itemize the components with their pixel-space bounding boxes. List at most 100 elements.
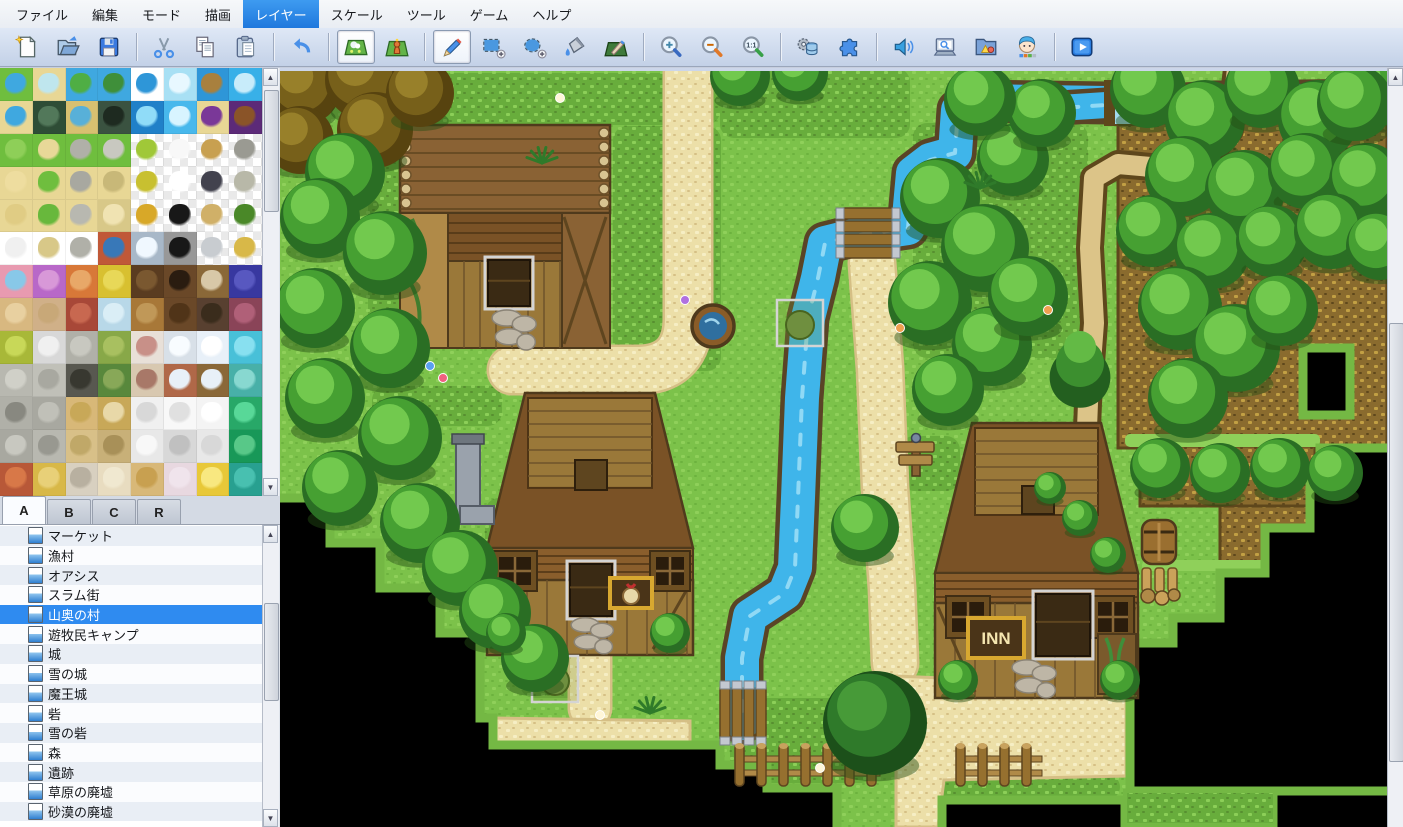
palette-tile[interactable] xyxy=(33,397,66,430)
palette-tile[interactable] xyxy=(0,397,33,430)
palette-tile[interactable] xyxy=(98,101,131,134)
palette-tile[interactable] xyxy=(131,331,164,364)
map-list-item-3[interactable]: スラム街 xyxy=(0,585,262,605)
palette-tile[interactable] xyxy=(66,430,99,463)
palette-tile[interactable] xyxy=(33,265,66,298)
palette-tile[interactable] xyxy=(33,298,66,331)
palette-tile[interactable] xyxy=(229,298,262,331)
map-list-item-0[interactable]: マーケット xyxy=(0,526,262,546)
palette-tile[interactable] xyxy=(98,200,131,233)
map-canvas[interactable]: INN xyxy=(280,68,1387,827)
menu-item-draw[interactable]: 描画 xyxy=(193,0,243,28)
map-list-item-8[interactable]: 魔王城 xyxy=(0,684,262,704)
scroll-up-button[interactable]: ▲ xyxy=(263,68,278,86)
map-list-item-4[interactable]: 山奥の村 xyxy=(0,605,262,625)
palette-tile[interactable] xyxy=(33,167,66,200)
tileset-tab-r[interactable]: R xyxy=(137,499,181,524)
shadow-pen-tool-button[interactable] xyxy=(597,30,635,64)
menu-item-edit[interactable]: 編集 xyxy=(80,0,130,28)
palette-tile[interactable] xyxy=(164,134,197,167)
palette-tile[interactable] xyxy=(229,265,262,298)
palette-tile[interactable] xyxy=(229,463,262,496)
menu-item-file[interactable]: ファイル xyxy=(4,0,80,28)
palette-tile[interactable] xyxy=(131,167,164,200)
palette-tile[interactable] xyxy=(98,430,131,463)
palette-tile[interactable] xyxy=(66,397,99,430)
palette-tile[interactable] xyxy=(0,298,33,331)
palette-tile[interactable] xyxy=(197,101,230,134)
plugin-manager-button[interactable] xyxy=(830,30,868,64)
palette-tile[interactable] xyxy=(33,200,66,233)
palette-tile[interactable] xyxy=(164,364,197,397)
palette-tile[interactable] xyxy=(0,167,33,200)
palette-tile[interactable] xyxy=(131,200,164,233)
scroll-up-button[interactable]: ▲ xyxy=(263,525,278,543)
palette-tile[interactable] xyxy=(131,430,164,463)
tileset-palette[interactable] xyxy=(0,68,262,497)
palette-tile[interactable] xyxy=(33,68,66,101)
palette-tile[interactable] xyxy=(164,265,197,298)
palette-tile[interactable] xyxy=(229,167,262,200)
palette-tile[interactable] xyxy=(164,68,197,101)
event-mode-button[interactable] xyxy=(378,30,416,64)
palette-tile[interactable] xyxy=(229,331,262,364)
palette-tile[interactable] xyxy=(66,134,99,167)
palette-tile[interactable] xyxy=(33,232,66,265)
menu-item-game[interactable]: ゲーム xyxy=(458,0,521,28)
palette-tile[interactable] xyxy=(0,430,33,463)
palette-scrollbar[interactable]: ▲▼ xyxy=(262,68,279,496)
map-list-item-10[interactable]: 雪の砦 xyxy=(0,723,262,743)
palette-tile[interactable] xyxy=(229,68,262,101)
playtest-button[interactable] xyxy=(1063,30,1101,64)
map-mode-button[interactable] xyxy=(337,30,375,64)
palette-tile[interactable] xyxy=(33,430,66,463)
new-project-button[interactable] xyxy=(8,30,46,64)
palette-tile[interactable] xyxy=(164,167,197,200)
palette-tile[interactable] xyxy=(164,232,197,265)
map-list-item-9[interactable]: 砦 xyxy=(0,703,262,723)
zoom-out-button[interactable] xyxy=(693,30,731,64)
palette-tile[interactable] xyxy=(197,364,230,397)
palette-tile[interactable] xyxy=(98,265,131,298)
palette-tile[interactable] xyxy=(33,331,66,364)
palette-tile[interactable] xyxy=(229,101,262,134)
palette-tile[interactable] xyxy=(229,232,262,265)
menu-item-mode[interactable]: モード xyxy=(130,0,193,28)
zoom-in-button[interactable] xyxy=(652,30,690,64)
database-button[interactable] xyxy=(789,30,827,64)
palette-tile[interactable] xyxy=(197,463,230,496)
palette-tile[interactable] xyxy=(98,364,131,397)
palette-tile[interactable] xyxy=(98,68,131,101)
resource-manager-button[interactable] xyxy=(967,30,1005,64)
menu-item-layer[interactable]: レイヤー xyxy=(243,0,319,28)
palette-tile[interactable] xyxy=(164,101,197,134)
palette-tile[interactable] xyxy=(33,101,66,134)
map-list-item-2[interactable]: オアシス xyxy=(0,565,262,585)
palette-tile[interactable] xyxy=(98,232,131,265)
palette-tile[interactable] xyxy=(131,68,164,101)
palette-tile[interactable] xyxy=(0,232,33,265)
palette-tile[interactable] xyxy=(98,331,131,364)
scroll-thumb[interactable] xyxy=(1389,323,1403,762)
palette-tile[interactable] xyxy=(0,265,33,298)
palette-tile[interactable] xyxy=(197,232,230,265)
palette-tile[interactable] xyxy=(66,200,99,233)
character-generator-button[interactable] xyxy=(1008,30,1046,64)
palette-tile[interactable] xyxy=(0,463,33,496)
scroll-thumb[interactable] xyxy=(264,603,279,701)
palette-tile[interactable] xyxy=(66,265,99,298)
rectangle-tool-button[interactable] xyxy=(474,30,512,64)
pencil-tool-button[interactable] xyxy=(433,30,471,64)
menu-item-help[interactable]: ヘルプ xyxy=(520,0,583,28)
palette-tile[interactable] xyxy=(197,397,230,430)
menu-item-tools[interactable]: ツール xyxy=(395,0,458,28)
maplist-scrollbar[interactable]: ▲▼ xyxy=(262,525,279,827)
palette-tile[interactable] xyxy=(98,134,131,167)
palette-tile[interactable] xyxy=(33,134,66,167)
palette-tile[interactable] xyxy=(66,331,99,364)
palette-tile[interactable] xyxy=(66,298,99,331)
scroll-down-button[interactable]: ▼ xyxy=(263,478,278,496)
palette-tile[interactable] xyxy=(98,167,131,200)
map-list-item-1[interactable]: 漁村 xyxy=(0,546,262,566)
palette-tile[interactable] xyxy=(66,364,99,397)
